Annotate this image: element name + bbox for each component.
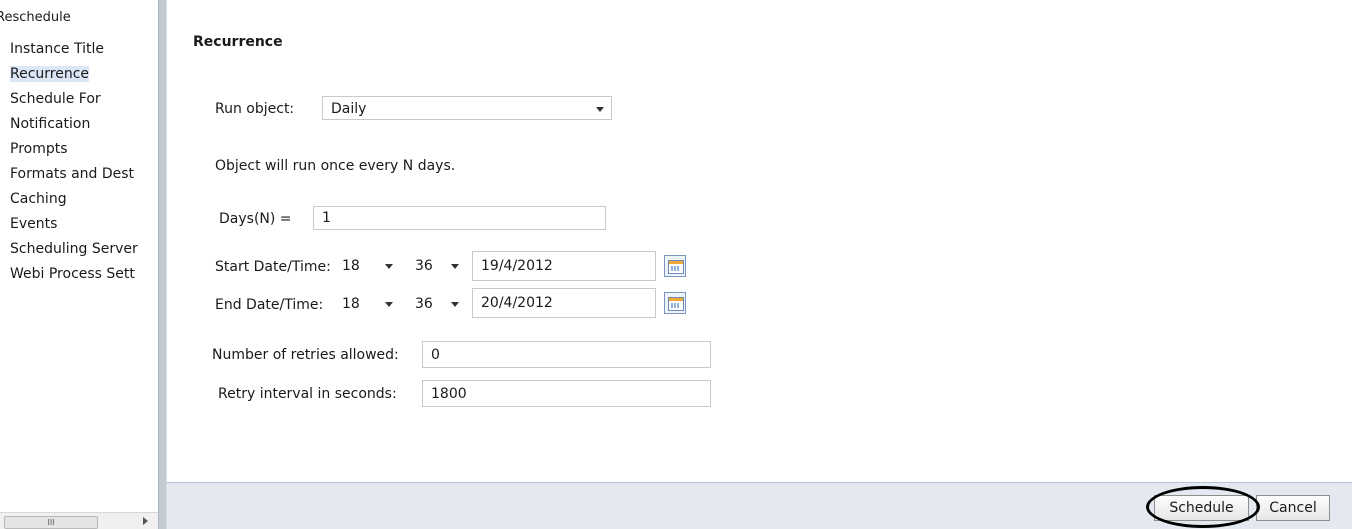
run-object-value: Daily — [331, 101, 367, 117]
recurrence-panel: Recurrence Run object: Daily Object will… — [167, 0, 1352, 482]
run-object-label: Run object: — [215, 101, 295, 117]
days-label: Days(N) = — [219, 211, 292, 227]
end-datetime-label: End Date/Time: — [215, 297, 324, 313]
chevron-down-icon — [451, 302, 459, 307]
start-datetime-label: Start Date/Time: — [215, 259, 331, 275]
retry-interval-label: Retry interval in seconds: — [218, 386, 397, 402]
end-calendar-icon[interactable] — [664, 292, 686, 314]
retries-label: Number of retries allowed: — [212, 347, 399, 363]
start-calendar-icon[interactable] — [664, 255, 686, 277]
schedule-button[interactable]: Schedule — [1154, 495, 1249, 521]
start-hour-value: 18 — [342, 258, 360, 274]
scrollbar-thumb[interactable]: III — [4, 516, 98, 529]
end-minute-select[interactable]: 36 — [407, 292, 469, 316]
start-hour-select[interactable]: 18 — [342, 254, 400, 278]
sidebar-item-scheduling-server[interactable]: Scheduling Server — [8, 238, 140, 263]
section-heading: Recurrence — [193, 34, 283, 50]
dialog-footer: Schedule Cancel — [167, 482, 1352, 529]
end-minute-value: 36 — [415, 296, 433, 312]
end-date-input[interactable] — [472, 288, 656, 318]
sidebar-item-caching[interactable]: Caching — [8, 188, 140, 213]
retry-interval-input[interactable] — [422, 380, 711, 407]
cancel-button[interactable]: Cancel — [1256, 495, 1330, 521]
scroll-right-arrow-icon[interactable] — [143, 517, 148, 525]
panel-splitter[interactable] — [158, 0, 167, 529]
retries-input[interactable] — [422, 341, 711, 368]
end-hour-value: 18 — [342, 296, 360, 312]
sidebar-nav: Instance Title Recurrence Schedule For N… — [8, 38, 140, 288]
start-minute-select[interactable]: 36 — [407, 254, 469, 278]
chevron-down-icon — [385, 302, 393, 307]
chevron-down-icon — [451, 264, 459, 269]
sidebar-title: Reschedule — [0, 10, 71, 25]
chevron-down-icon — [385, 264, 393, 269]
start-date-input[interactable] — [472, 251, 656, 281]
chevron-down-icon — [596, 107, 604, 112]
sidebar-item-formats-and-destinations[interactable]: Formats and Dest — [8, 163, 140, 188]
start-minute-value: 36 — [415, 258, 433, 274]
sidebar-item-webi-process-settings[interactable]: Webi Process Sett — [8, 263, 140, 288]
sidebar-item-prompts[interactable]: Prompts — [8, 138, 140, 163]
sidebar: Reschedule Instance Title Recurrence Sch… — [0, 0, 158, 529]
sidebar-horizontal-scrollbar[interactable]: III — [0, 512, 158, 529]
end-hour-select[interactable]: 18 — [342, 292, 400, 316]
run-object-select[interactable]: Daily — [322, 96, 612, 120]
sidebar-item-events[interactable]: Events — [8, 213, 140, 238]
sidebar-item-recurrence[interactable]: Recurrence — [8, 63, 140, 88]
sidebar-item-schedule-for[interactable]: Schedule For — [8, 88, 140, 113]
recurrence-description: Object will run once every N days. — [215, 158, 456, 174]
days-input[interactable] — [313, 206, 606, 230]
sidebar-item-instance-title[interactable]: Instance Title — [8, 38, 140, 63]
sidebar-item-notification[interactable]: Notification — [8, 113, 140, 138]
